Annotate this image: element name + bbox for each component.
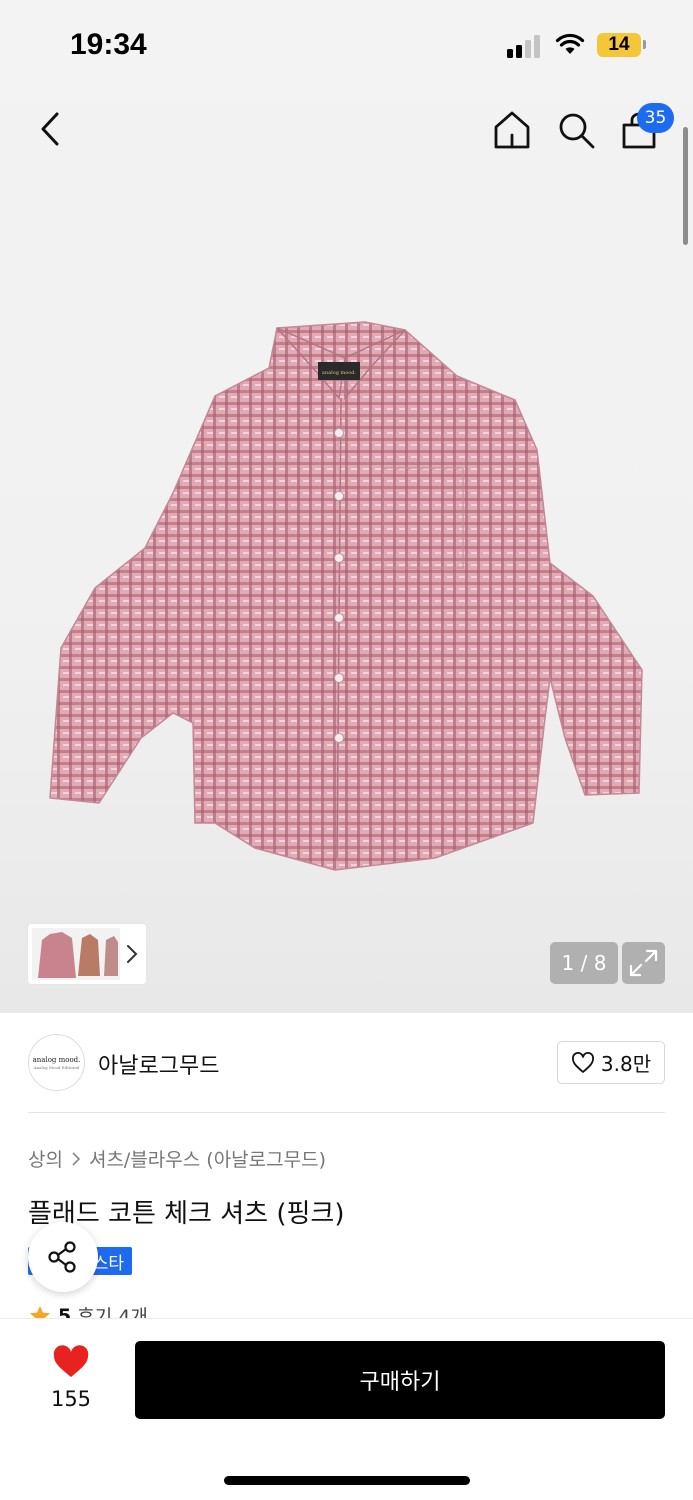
- review-summary[interactable]: 5 후기 4개: [28, 1300, 328, 1318]
- breadcrumb-item-shirts[interactable]: 셔츠/블라우스 (아날로그무드): [89, 1145, 326, 1172]
- status-time: 19:34: [70, 28, 147, 61]
- expand-image-button[interactable]: [622, 942, 665, 984]
- review-count: 후기 4개: [77, 1306, 148, 1318]
- breadcrumb-chevron-icon: [72, 1151, 81, 1166]
- brand-logo[interactable]: analog mood. Analog Mood Editorial: [28, 1034, 85, 1091]
- image-page-counter: 1 / 8: [550, 942, 618, 984]
- share-button[interactable]: [28, 1222, 98, 1292]
- bottom-action-bar: 155 구매하기: [0, 1318, 693, 1500]
- heart-filled-icon: [53, 1345, 89, 1377]
- product-gallery: 19:34 14 35 analog mood. 1 / 8: [0, 0, 693, 1013]
- brand-logo-subtext: Analog Mood Editorial: [33, 1064, 80, 1070]
- search-icon[interactable]: [555, 109, 597, 151]
- share-icon: [48, 1241, 76, 1273]
- brand-name[interactable]: 아날로그무드: [98, 1048, 219, 1080]
- product-like-count: 155: [50, 1387, 92, 1411]
- product-image[interactable]: analog mood.: [45, 318, 645, 878]
- product-like-button[interactable]: 155: [44, 1345, 98, 1425]
- buy-button[interactable]: 구매하기: [135, 1341, 665, 1419]
- cart-count-badge[interactable]: 35: [637, 103, 674, 133]
- brand-logo-text: analog mood.: [32, 1055, 81, 1064]
- breadcrumb: 상의 셔츠/블라우스 (아날로그무드): [28, 1145, 326, 1172]
- battery-tip: [643, 40, 646, 49]
- brand-like-count: 3.8만: [600, 1052, 652, 1076]
- home-indicator[interactable]: [224, 1476, 470, 1485]
- chevron-right-icon[interactable]: [126, 943, 138, 965]
- back-arrow-icon[interactable]: [33, 109, 69, 149]
- cellular-signal-icon: [507, 34, 543, 58]
- expand-icon: [629, 949, 658, 977]
- scrollbar[interactable]: [683, 127, 688, 245]
- top-navigation: [0, 95, 693, 165]
- home-icon[interactable]: [491, 109, 533, 151]
- thumbnail-strip[interactable]: [28, 924, 146, 984]
- star-icon: [30, 1305, 50, 1318]
- rating-value: 5: [58, 1304, 72, 1319]
- thumbnail-images[interactable]: [32, 928, 120, 980]
- heart-outline-icon: [571, 1051, 594, 1073]
- battery-indicator: 14: [597, 33, 641, 57]
- shirt-brand-label: analog mood.: [322, 370, 357, 376]
- section-divider: [28, 1112, 665, 1113]
- brand-like-button[interactable]: 3.8만: [557, 1041, 665, 1084]
- brand-row: analog mood. Analog Mood Editorial 아날로그무…: [0, 1013, 693, 1113]
- wifi-icon: [555, 33, 585, 54]
- breadcrumb-item-top[interactable]: 상의: [28, 1145, 63, 1172]
- status-bar: 19:34 14: [0, 0, 693, 90]
